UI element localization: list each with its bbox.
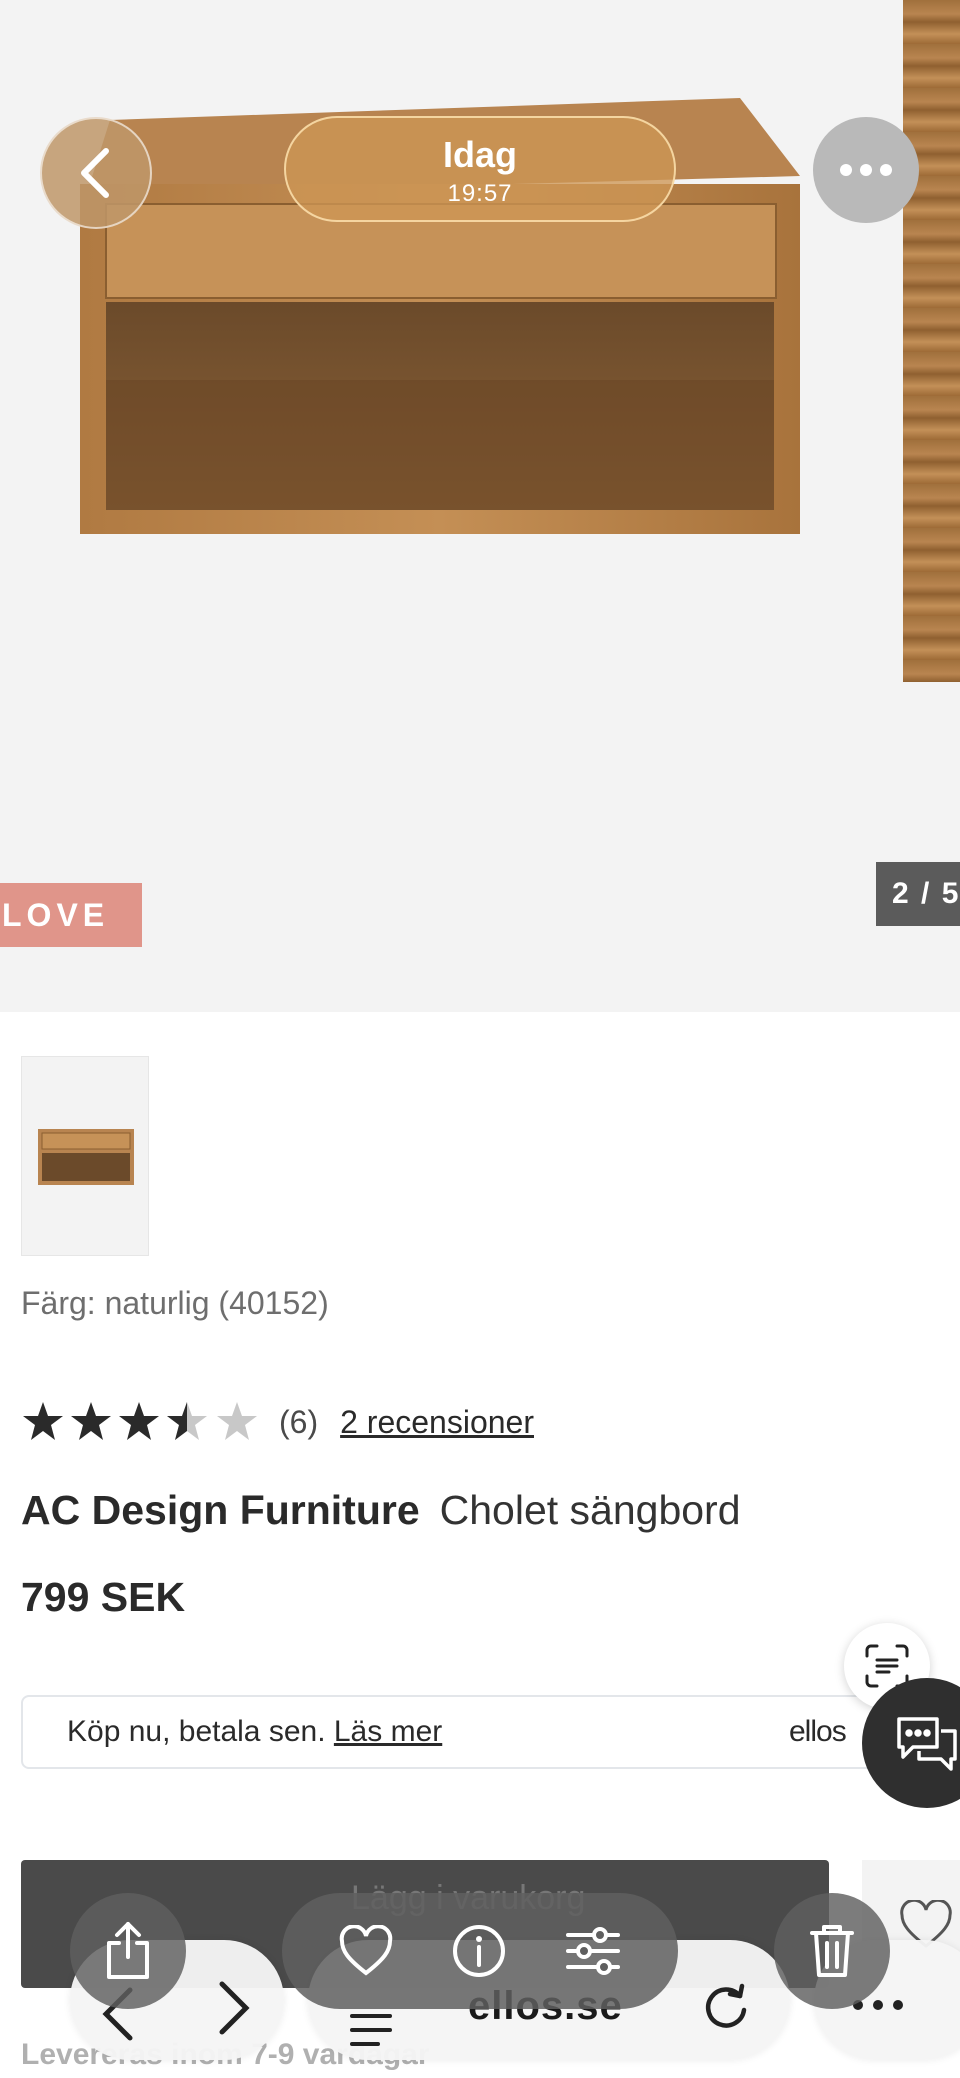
read-more-link[interactable]: Läs mer (334, 1715, 442, 1748)
next-image-peek[interactable] (903, 0, 960, 682)
more-button[interactable] (813, 117, 919, 223)
color-label: Färg: naturlig (40152) (21, 1285, 329, 1321)
share-icon (107, 1922, 149, 1979)
browser-menu-icon[interactable] (348, 2010, 394, 2050)
photo-toolbar (282, 1893, 678, 2009)
back-button[interactable] (40, 117, 152, 229)
date-label: Idag (442, 134, 517, 175)
reviews-link[interactable]: 2 recensioner (340, 1404, 534, 1441)
product-brand[interactable]: AC Design Furniture (21, 1487, 420, 1533)
sliders-icon[interactable] (564, 1925, 622, 1977)
chat-icon (897, 1717, 957, 1771)
pay-later-text: Köp nu, betala sen. Läs mer (67, 1715, 442, 1749)
heart-icon[interactable] (338, 1925, 394, 1977)
trash-icon (810, 1925, 854, 1977)
rating-count: (6) (279, 1403, 319, 1440)
time-label: 19:57 (447, 180, 513, 207)
info-icon[interactable] (451, 1923, 507, 1979)
image-counter: 2 / 5 (876, 862, 960, 926)
love-badge: LOVE (0, 883, 142, 947)
product-price: 799 SEK (21, 1574, 186, 1620)
pay-later-label: Köp nu, betala sen. (67, 1715, 326, 1748)
payment-brand: ellos (789, 1715, 847, 1748)
date-time-pill: Idag 19:57 (284, 116, 676, 222)
star-icon (119, 1402, 159, 1440)
star-icon (23, 1402, 63, 1440)
browser-forward-icon[interactable] (214, 1978, 254, 2038)
rating-row: (6) 2 recensioner (21, 1398, 534, 1446)
ellipsis-icon (840, 164, 892, 176)
product-title: AC Design Furniture Cholet sängbord (21, 1487, 741, 1534)
star-rating (23, 1402, 257, 1440)
thumbnail-image (38, 1129, 134, 1185)
star-empty-icon (217, 1402, 257, 1440)
reload-icon[interactable] (700, 1980, 752, 2032)
delete-button[interactable] (774, 1893, 890, 2009)
pay-later-box: Köp nu, betala sen. Läs mer ellos (21, 1695, 901, 1769)
product-name: Cholet sängbord (439, 1487, 741, 1533)
share-button[interactable] (70, 1893, 186, 2009)
chevron-left-icon (81, 148, 109, 198)
thumbnail[interactable] (21, 1056, 149, 1256)
star-icon (71, 1402, 111, 1440)
